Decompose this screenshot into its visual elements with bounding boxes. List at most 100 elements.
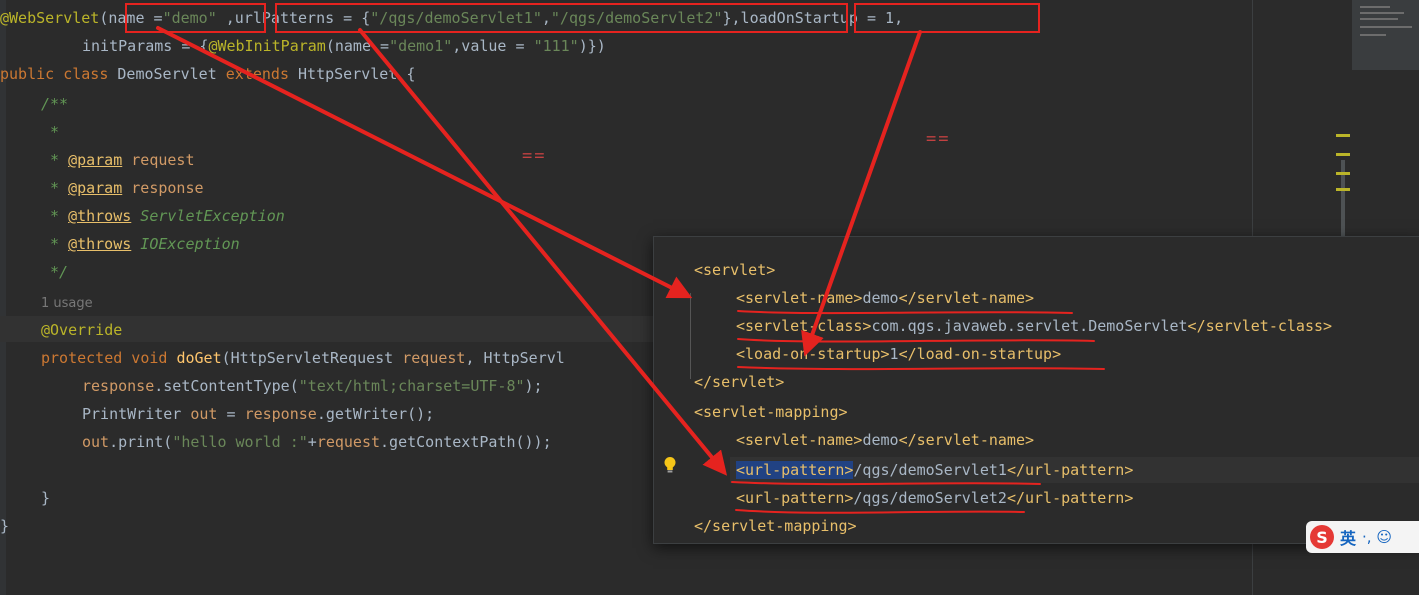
- xml-preview-popup[interactable]: <servlet> <servlet-name>demo</servlet-nam…: [653, 236, 1419, 544]
- code-token: </servlet>: [694, 373, 785, 391]
- code-token: </url-pattern>: [1006, 461, 1134, 479]
- code-token: </servlet-mapping>: [694, 517, 857, 535]
- code-line: * @param response: [50, 176, 204, 200]
- code-token: <servlet-class>: [736, 317, 872, 335]
- code-line: * @param request: [50, 148, 195, 172]
- code-token: demo: [862, 289, 899, 307]
- code-token: "demo1": [389, 37, 453, 55]
- code-token: @param: [68, 179, 123, 197]
- code-token: HttpServlet {: [298, 65, 416, 83]
- code-token: 1: [889, 345, 899, 363]
- code-token: "demo": [162, 9, 217, 27]
- code-line: *: [50, 120, 59, 144]
- code-line: * @throws ServletException: [50, 204, 285, 228]
- code-token: /**: [41, 95, 69, 113]
- code-token: "111": [533, 37, 579, 55]
- code-token: @throws: [68, 207, 132, 225]
- code-token: }: [41, 489, 51, 507]
- code-token: request: [316, 433, 381, 451]
- code-token: request: [402, 349, 466, 367]
- code-token: protected void: [41, 349, 177, 367]
- code-token: </servlet-name>: [898, 431, 1035, 449]
- code-token: "text/html;charset=UTF-8": [298, 377, 525, 395]
- code-line: 1 usage: [41, 290, 93, 314]
- editor-gutter: [0, 0, 6, 595]
- code-token: </servlet-name>: [898, 289, 1035, 307]
- ime-symbol-toggle[interactable]: ·, ☺: [1362, 528, 1392, 546]
- code-token: </load-on-startup>: [898, 345, 1062, 363]
- code-token: */: [50, 263, 69, 281]
- code-token: (name =: [325, 37, 390, 55]
- ime-logo[interactable]: S: [1310, 525, 1334, 549]
- code-line: @WebServlet(name ="demo" ,urlPatterns = …: [0, 6, 903, 30]
- code-token: @throws: [68, 235, 132, 253]
- code-token: *: [50, 179, 69, 197]
- code-token: );: [524, 377, 543, 395]
- warning-marker[interactable]: [1336, 172, 1350, 175]
- code-token: *: [50, 207, 69, 225]
- code-token: response: [131, 179, 204, 197]
- code-token: DemoServlet: [117, 65, 226, 83]
- code-token: *: [50, 151, 69, 169]
- xml-line: <servlet-mapping>: [694, 399, 848, 425]
- code-token: doGet: [176, 349, 222, 367]
- minimap[interactable]: [1352, 0, 1419, 70]
- code-line: response.setContentType("text/html;chars…: [82, 374, 543, 398]
- xml-line: <url-pattern>/qgs/demoServlet1</url-patt…: [736, 457, 1133, 483]
- code-token: public class: [0, 65, 118, 83]
- ime-language-toggle[interactable]: 英: [1340, 525, 1356, 549]
- xml-line: </servlet-mapping>: [694, 513, 857, 539]
- code-token: 1 usage: [41, 296, 93, 311]
- code-token: *: [50, 123, 60, 141]
- code-token: com.qgs.javaweb.servlet.DemoServlet: [871, 317, 1188, 335]
- code-token: +: [307, 433, 317, 451]
- code-token: extends: [225, 65, 299, 83]
- code-token: out: [82, 433, 110, 451]
- code-token: <servlet-mapping>: [694, 403, 848, 421]
- code-token: , HttpServl: [465, 349, 565, 367]
- equals-annotation: ==: [926, 129, 951, 149]
- xml-line: <servlet-class>com.qgs.javaweb.servlet.D…: [736, 313, 1332, 339]
- code-token: <servlet-name>: [736, 289, 863, 307]
- code-token: "/qgs/demoServlet1": [370, 9, 542, 27]
- ime-toolbar[interactable]: S 英 ·, ☺: [1306, 521, 1419, 553]
- code-token: @param: [68, 151, 123, 169]
- code-token: demo: [862, 431, 899, 449]
- code-token: @WebInitParam: [208, 37, 326, 55]
- code-token: request: [131, 151, 195, 169]
- code-token: out: [190, 405, 218, 423]
- code-line: /**: [41, 92, 68, 116]
- code-token: ,urlPatterns = {: [216, 9, 371, 27]
- code-token: ,: [541, 9, 551, 27]
- xml-line: <servlet-name>demo</servlet-name>: [736, 285, 1034, 311]
- code-token: "/qgs/demoServlet2": [550, 9, 723, 27]
- code-token: /qgs/demoServlet2: [853, 489, 1007, 507]
- code-token: <load-on-startup>: [736, 345, 890, 363]
- code-token: </url-pattern>: [1006, 489, 1134, 507]
- warning-marker[interactable]: [1336, 188, 1350, 191]
- code-token: @Override: [41, 321, 123, 339]
- equals-annotation: ==: [522, 146, 547, 166]
- code-line: }: [0, 514, 9, 538]
- xml-line: <load-on-startup>1</load-on-startup>: [736, 341, 1061, 367]
- xml-line: <servlet-name>demo</servlet-name>: [736, 427, 1034, 453]
- xml-line: <servlet>: [694, 257, 775, 283]
- code-token: "hello world :": [172, 433, 308, 451]
- code-line: }: [41, 486, 50, 510]
- code-line: protected void doGet(HttpServletRequest …: [41, 346, 565, 370]
- code-token: /qgs/demoServlet1: [853, 461, 1007, 479]
- warning-marker[interactable]: [1336, 134, 1350, 137]
- lightbulb-icon[interactable]: [663, 456, 677, 474]
- code-line: out.print("hello world :"+request.getCon…: [82, 430, 552, 454]
- code-line: initParams = {@WebInitParam(name ="demo1…: [82, 34, 606, 58]
- code-token: .getWriter();: [316, 405, 435, 423]
- code-token: IOException: [131, 235, 240, 253]
- xml-line: </servlet>: [694, 369, 784, 395]
- code-line: @Override: [41, 318, 122, 342]
- warning-marker[interactable]: [1336, 153, 1350, 156]
- code-token: <url-pattern>: [736, 489, 854, 507]
- code-line: */: [50, 260, 68, 284]
- code-token: @WebServlet: [0, 9, 100, 27]
